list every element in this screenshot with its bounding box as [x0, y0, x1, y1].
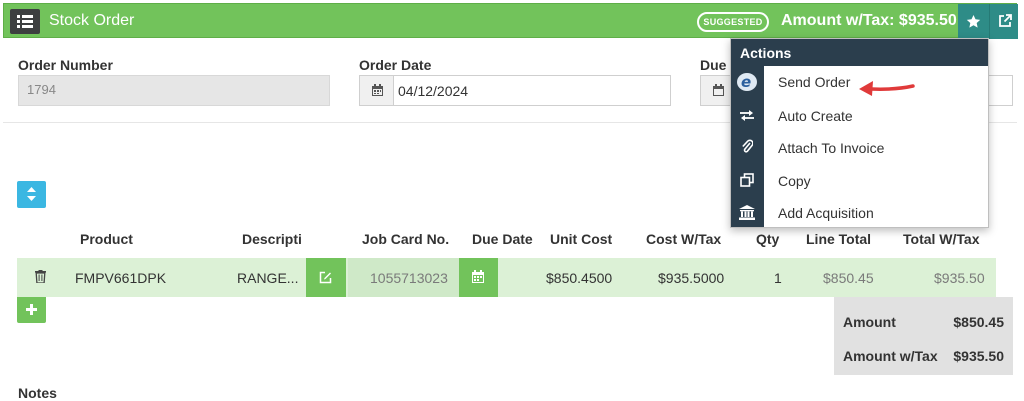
sort-icon: [27, 187, 36, 201]
favorite-button[interactable]: [958, 4, 989, 39]
plus-icon: [26, 304, 37, 315]
list-icon: [17, 15, 33, 28]
amount-label: Amount: [843, 314, 896, 330]
status-badge: SUGGESTED: [697, 12, 769, 32]
menu-item-auto-create[interactable]: Auto Create: [731, 100, 988, 132]
menu-item-label: Auto Create: [778, 108, 853, 124]
annotation-arrow-icon: [859, 81, 915, 96]
cell-line-total: $850.45: [823, 270, 874, 286]
due-date-picker-button[interactable]: [459, 258, 498, 297]
calendar-icon: [472, 270, 484, 283]
page-title: Stock Order: [49, 12, 135, 29]
table-row: FMPV661DPK RANGE... 1055713023 $850.4500…: [17, 258, 996, 297]
notes-label: Notes: [18, 385, 57, 401]
order-date-label: Order Date: [359, 57, 432, 73]
cell-total-w-tax: $935.50: [934, 270, 985, 286]
order-number-label: Order Number: [18, 57, 113, 73]
header-product: Product: [80, 231, 133, 247]
sort-lines-button[interactable]: [17, 181, 46, 208]
header-amount-with-tax: Amount w/Tax: $935.50: [781, 12, 957, 29]
e-logo-icon: e: [737, 73, 757, 91]
edit-description-button[interactable]: [306, 258, 346, 297]
bank-icon: [739, 205, 755, 220]
header-total-w-tax: Total W/Tax: [903, 231, 980, 247]
menu-item-add-acquisition[interactable]: Add Acquisition: [731, 197, 988, 229]
cell-product: FMPV661DPK: [75, 270, 167, 286]
calendar-icon: [713, 84, 724, 96]
order-number-value: 1794: [27, 82, 56, 97]
exchange-icon: [740, 110, 754, 121]
actions-menu-title: Actions: [731, 39, 988, 66]
star-icon: [966, 14, 981, 28]
open-external-button[interactable]: [989, 4, 1018, 39]
actions-menu: Actions e Send Order Auto Create Attach …: [730, 38, 989, 228]
menu-item-label: Copy: [778, 173, 811, 189]
header-unit-cost: Unit Cost: [550, 231, 613, 247]
external-link-icon: [999, 14, 1012, 27]
header-cost-w-tax: Cost W/Tax: [646, 231, 722, 247]
header-qty: Qty: [756, 231, 780, 247]
job-card-cell[interactable]: 1055713023: [348, 258, 459, 297]
stock-order-page: Stock Order SUGGESTED Amount w/Tax: $935…: [0, 0, 1024, 401]
menu-item-attach-to-invoice[interactable]: Attach To Invoice: [731, 132, 988, 164]
svg-text:e: e: [741, 73, 751, 91]
cell-cost-w-tax: $935.5000: [658, 270, 725, 286]
order-date-field[interactable]: 04/12/2024: [359, 75, 671, 106]
amount-with-tax-label: Amount w/Tax: [843, 348, 938, 364]
cell-job-card-no: 1055713023: [370, 270, 448, 286]
amount-with-tax-value: $935.50: [953, 348, 1004, 364]
trash-icon[interactable]: [35, 270, 46, 283]
header-bar: Stock Order SUGGESTED Amount w/Tax: $935…: [3, 3, 1018, 39]
header-description: Descripti: [242, 231, 302, 247]
header-due-date: Due Date: [472, 231, 533, 247]
menu-item-copy[interactable]: Copy: [731, 165, 988, 197]
totals-panel: Amount $850.45 Amount w/Tax $935.50: [834, 297, 1013, 375]
paperclip-icon: [742, 139, 753, 153]
cell-qty: 1: [774, 270, 782, 286]
menu-item-label: Attach To Invoice: [778, 140, 885, 156]
amount-value: $850.45: [953, 314, 1004, 330]
order-date-value: 04/12/2024: [398, 83, 469, 99]
copy-icon: [740, 173, 754, 187]
cell-description: RANGE...: [237, 270, 299, 286]
menu-item-label: Send Order: [778, 74, 851, 90]
cell-unit-cost: $850.4500: [546, 270, 613, 286]
order-number-field: 1794: [18, 75, 330, 106]
calendar-icon: [372, 84, 383, 96]
header-job-card-no: Job Card No.: [362, 231, 450, 247]
order-date-calendar-button[interactable]: [360, 76, 394, 105]
menu-item-label: Add Acquisition: [778, 205, 874, 221]
due-date-label: Due: [700, 57, 727, 73]
header-line-total: Line Total: [806, 231, 872, 247]
add-line-button[interactable]: [17, 297, 46, 323]
menu-button[interactable]: [10, 9, 40, 34]
edit-icon: [319, 271, 332, 284]
